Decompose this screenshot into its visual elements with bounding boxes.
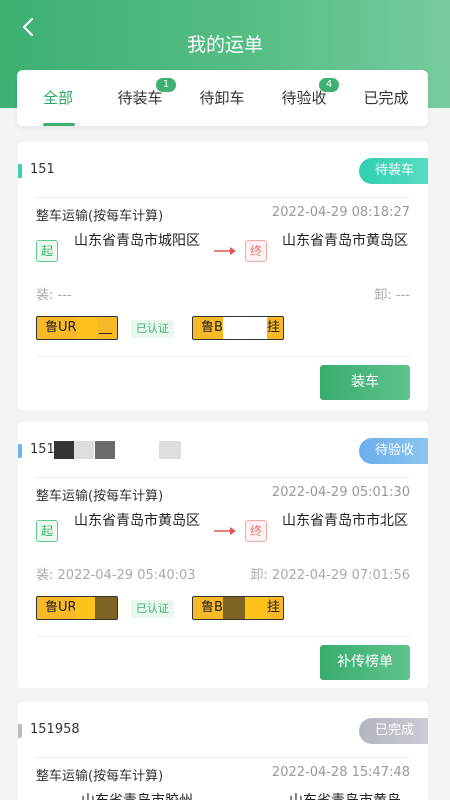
redaction-block: [245, 597, 267, 619]
status-badge: 已完成: [358, 718, 428, 744]
status-badge: 待装车: [358, 158, 428, 184]
redaction-block: [223, 597, 245, 619]
status-badge: 待验收: [358, 438, 428, 464]
service-type: 整车运输(按每车计算): [36, 769, 164, 784]
status-tabs: 全部 待装车 1 待卸车 待验收 4 已完成: [17, 70, 428, 126]
destination-address: 山东省青岛市市北区: [282, 513, 408, 529]
load-time: 装: ---: [36, 288, 72, 303]
tab-completed[interactable]: 已完成: [345, 70, 427, 126]
page-title: 我的运单: [186, 34, 263, 56]
service-type: 整车运输(按每车计算): [36, 209, 164, 224]
truck-plate: 鲁UR __: [36, 316, 118, 340]
order-id: 151: [30, 162, 55, 177]
order-time: 2022-04-29 08:18:27: [271, 205, 410, 220]
order-card[interactable]: 151 待装车 整车运输(按每车计算) 2022-04-29 08:18:27 …: [18, 142, 428, 410]
redaction-block: [75, 597, 95, 619]
tab-pending-unloading[interactable]: 待卸车: [181, 70, 263, 126]
redaction-block: [95, 441, 115, 459]
order-id: 151958: [30, 722, 80, 737]
load-button[interactable]: 装车: [320, 365, 410, 400]
divider: [36, 477, 410, 478]
trailer-plate: 鲁B 挂: [192, 316, 284, 340]
redaction-block: [159, 441, 181, 459]
tab-pending-acceptance[interactable]: 待验收 4: [263, 70, 345, 126]
order-id: 151: [30, 442, 55, 457]
plate-suffix: 挂: [267, 320, 281, 335]
order-card[interactable]: 151 待验收 整车运输(按每车计算) 2022-04-29 05:01:30 …: [18, 422, 428, 688]
tab-all[interactable]: 全部: [17, 70, 99, 126]
end-pin: 终: [245, 520, 267, 542]
start-pin: 起: [36, 520, 58, 542]
end-pin: 终: [245, 240, 267, 262]
tab-pending-loading[interactable]: 待装车 1: [99, 70, 181, 126]
origin-address: 山东省青岛市城阳区: [74, 233, 200, 249]
divider: [36, 356, 410, 357]
divider: [36, 757, 410, 758]
load-time: 装: 2022-04-29 05:40:03: [36, 568, 196, 583]
active-tab-indicator: [43, 123, 75, 126]
origin-address: 山东省青岛市黄岛区: [74, 513, 200, 529]
origin-address: 山东省青岛市胶州: [68, 792, 206, 800]
truck-plate: 鲁UR: [36, 596, 118, 620]
status-strip: [18, 164, 22, 178]
count-badge: 4: [319, 78, 339, 92]
redaction-block: [77, 317, 97, 339]
unload-time: 卸: ---: [374, 288, 410, 303]
count-badge: 1: [156, 78, 176, 92]
plate-prefix: 鲁UR: [45, 600, 77, 615]
redaction-block: [223, 317, 267, 339]
tab-label: 全部: [42, 89, 73, 107]
redaction-block: [74, 441, 94, 459]
plate-prefix: 鲁B: [201, 320, 223, 335]
route-arrow-icon: [214, 527, 236, 535]
plate-prefix: 鲁B: [201, 600, 223, 615]
plate-prefix: 鲁UR: [45, 320, 77, 335]
order-time: 2022-04-28 15:47:48: [271, 765, 410, 780]
redaction-block: [54, 441, 74, 459]
route-arrow-icon: [214, 247, 236, 255]
destination-address: 山东省青岛市黄岛: [276, 792, 414, 800]
destination-address: 山东省青岛市黄岛区: [282, 233, 408, 249]
start-pin: 起: [36, 240, 58, 262]
unload-time: 卸: 2022-04-29 07:01:56: [250, 568, 410, 583]
order-card[interactable]: 151958 已完成 整车运输(按每车计算) 2022-04-28 15:47:…: [18, 702, 428, 800]
tab-label: 已完成: [363, 89, 409, 107]
certified-badge: 已认证: [131, 600, 174, 618]
redaction-block: [95, 597, 117, 619]
tab-label: 待装车: [117, 89, 163, 107]
trailer-plate: 鲁B 挂: [192, 596, 284, 620]
plate-suffix: 挂: [267, 600, 281, 615]
tab-label: 待验收: [281, 89, 327, 107]
plate-suffix: __: [99, 320, 112, 335]
divider: [36, 636, 410, 637]
status-strip: [18, 724, 22, 738]
tab-label: 待卸车: [199, 89, 245, 107]
status-strip: [18, 444, 22, 458]
certified-badge: 已认证: [131, 320, 174, 338]
divider: [36, 197, 410, 198]
service-type: 整车运输(按每车计算): [36, 489, 164, 504]
order-time: 2022-04-29 05:01:30: [271, 485, 410, 500]
upload-weighbill-button[interactable]: 补传榜单: [320, 645, 410, 680]
